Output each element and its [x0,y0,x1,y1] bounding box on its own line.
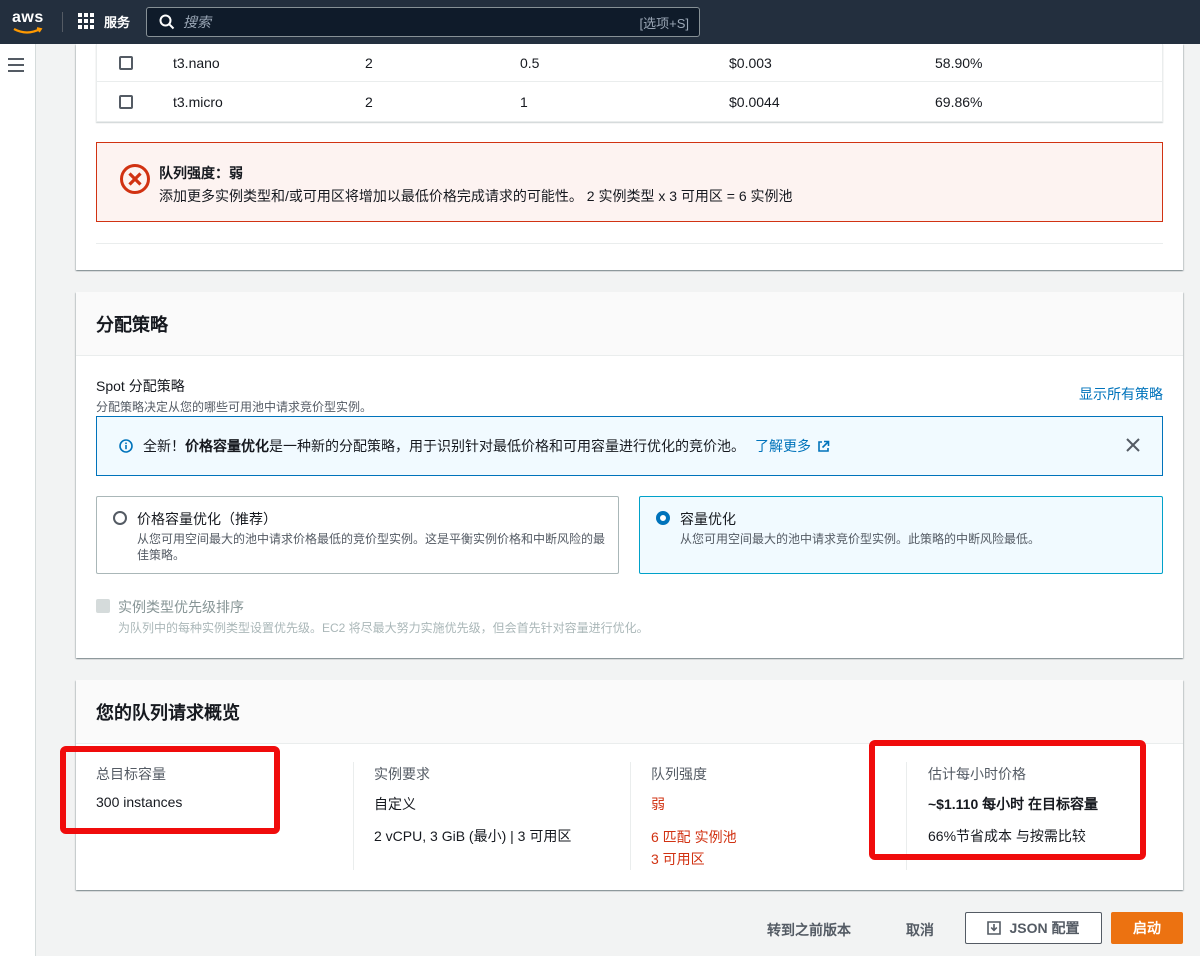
price-cell: $0.0044 [729,94,780,110]
highlight-box-hourly-price [869,740,1146,860]
search-input[interactable] [183,14,623,30]
spot-strategy-label: Spot 分配策略 [96,378,185,394]
instance-types-table: t3.nano 2 0.5 $0.003 58.90% t3.micro 2 1… [96,44,1163,122]
strategy-radio-selected[interactable] [656,511,670,525]
search-icon [159,14,175,30]
info-icon [119,439,133,453]
aws-logo[interactable]: aws [12,9,48,35]
requirements-value: 自定义 [374,796,416,812]
instance-types-panel: t3.nano 2 0.5 $0.003 58.90% t3.micro 2 1… [76,44,1183,270]
instance-type-cell: t3.nano [173,54,220,71]
aws-logo-text: aws [12,9,44,26]
strategy-option-capacity-optimized[interactable]: 容量优化 从您可用空间最大的池中请求竞价型实例。此策略的中断风险最低。 [639,496,1163,574]
table-row: t3.nano 2 0.5 $0.003 58.90% [97,44,1162,82]
json-config-label: JSON 配置 [1009,920,1080,936]
panel-title: 分配策略 [76,292,1183,356]
info-rest: 是一种新的分配策略，用于识别针对最低价格和可用容量进行优化的竞价池。 [269,438,745,454]
strategy-option-title: 容量优化 [680,511,736,527]
requirements-detail: 2 vCPU, 3 GiB (最小) | 3 可用区 [374,828,572,844]
json-config-button[interactable]: JSON 配置 [965,912,1102,944]
search-bar[interactable]: [选项+S] [146,7,700,37]
apps-grid-icon [78,12,96,31]
services-menu-button[interactable]: 服务 [78,12,130,31]
priority-description: 为队列中的每种实例类型设置优先级。EC2 将尽最大努力实施优先级，但会首先针对容… [118,621,649,635]
strength-pools: 6 匹配 实例池 [651,829,737,845]
close-icon[interactable] [1124,436,1142,454]
left-side-rail [0,44,36,956]
strategy-option-price-capacity[interactable]: 价格容量优化（推荐） 从您可用空间最大的池中请求价格最低的竞价型实例。这是平衡实… [96,496,619,574]
error-circle-icon [120,164,150,194]
cancel-button[interactable]: 取消 [906,920,934,940]
alert-title: 队列强度：弱 [159,165,243,181]
spot-strategy-description: 分配策略决定从您的哪些可用池中请求竞价型实例。 [96,400,373,414]
strength-label: 队列强度 [651,766,707,782]
row-checkbox[interactable] [119,95,133,109]
strategy-radio[interactable] [113,511,127,525]
strength-value: 弱 [651,796,665,812]
show-all-strategies-link[interactable]: 显示所有策略 [1079,384,1163,404]
services-label: 服务 [104,15,131,30]
row-checkbox[interactable] [119,55,133,70]
vcpu-cell: 2 [365,94,373,110]
savings-cell: 69.86% [935,94,983,110]
strategy-option-title: 价格容量优化（推荐） [137,511,277,527]
menu-hamburger-icon[interactable] [8,58,24,72]
vcpu-cell: 2 [365,54,373,71]
priority-checkbox[interactable] [96,599,110,613]
learn-more-label: 了解更多 [755,438,811,454]
previous-version-link[interactable]: 转到之前版本 [767,920,851,940]
allocation-strategy-panel: 分配策略 Spot 分配策略 分配策略决定从您的哪些可用池中请求竞价型实例。 显… [76,292,1183,658]
nav-divider [62,12,63,32]
fleet-strength-column: 队列强度 弱 6 匹配 实例池 3 可用区 [651,764,737,870]
download-icon [987,921,1002,935]
price-cell: $0.003 [729,54,772,71]
info-highlight: 价格容量优化 [185,438,269,454]
strategy-option-description: 从您可用空间最大的池中请求竞价型实例。此策略的中断风险最低。 [680,532,1041,546]
instance-requirements-column: 实例要求 自定义 2 vCPU, 3 GiB (最小) | 3 可用区 [374,764,571,858]
alert-body: 添加更多实例类型和/或可用区将增加以最低价格完成请求的可能性。 2 实例类型 x… [159,188,793,204]
highlight-box-target-capacity [60,746,280,834]
fleet-strength-alert: 队列强度：弱 添加更多实例类型和/或可用区将增加以最低价格完成请求的可能性。 2… [96,142,1163,222]
launch-button[interactable]: 启动 [1111,912,1183,944]
divider [630,762,631,870]
table-row: t3.micro 2 1 $0.0044 69.86% [97,83,1162,121]
top-navigation: aws 服务 [选项+S] [0,0,1200,44]
panel-title: 您的队列请求概览 [76,680,1183,744]
divider [353,762,354,870]
memory-cell: 1 [520,94,528,110]
info-prefix: 全新！ [143,438,185,454]
requirements-label: 实例要求 [374,766,430,782]
learn-more-link[interactable]: 了解更多 [755,436,830,456]
strategy-option-description: 从您可用空间最大的池中请求价格最低的竞价型实例。这是平衡实例价格和中断风险的最佳… [137,532,606,562]
savings-cell: 58.90% [935,54,983,71]
strength-azs: 3 可用区 [651,851,705,867]
info-message: 全新！价格容量优化是一种新的分配策略，用于识别针对最低价格和可用容量进行优化的竞… [143,436,745,456]
info-alert: 全新！价格容量优化是一种新的分配策略，用于识别针对最低价格和可用容量进行优化的竞… [96,416,1163,476]
memory-cell: 0.5 [520,54,540,71]
external-link-icon [818,440,830,452]
aws-smile-icon [13,27,43,34]
divider [96,243,1163,244]
priority-label: 实例类型优先级排序 [118,599,244,615]
search-shortcut-hint: [选项+S] [639,15,690,31]
instance-type-cell: t3.micro [173,94,223,110]
